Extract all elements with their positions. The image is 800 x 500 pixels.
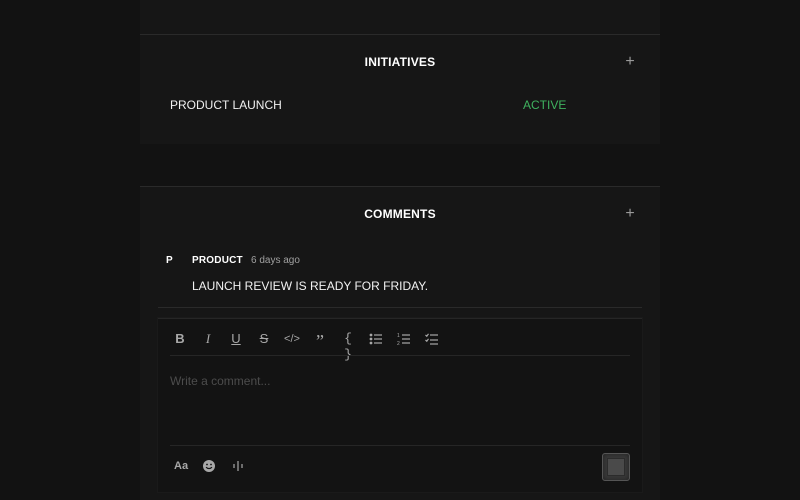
task-list-icon[interactable] — [422, 331, 442, 347]
svg-text:1: 1 — [397, 333, 400, 339]
avatar: P — [166, 255, 173, 266]
add-comment-button[interactable]: + — [622, 206, 638, 222]
comments-card: COMMENTS + P PRODUCT 6 days ago LAUNCH R… — [140, 186, 660, 500]
quote-icon[interactable]: ” — [310, 331, 330, 351]
initiative-status: ACTIVE — [523, 98, 567, 112]
previous-section — [140, 0, 660, 34]
svg-text:2: 2 — [397, 341, 400, 346]
underline-icon[interactable]: U — [226, 331, 246, 347]
comment-timestamp: 6 days ago — [251, 255, 300, 266]
send-button[interactable] — [602, 453, 630, 481]
initiatives-title: INITIATIVES — [364, 55, 436, 69]
code-block-icon[interactable]: { } — [338, 331, 358, 362]
comment-body: LAUNCH REVIEW IS READY FOR FRIDAY. — [192, 279, 429, 293]
italic-icon[interactable]: I — [198, 331, 218, 347]
bold-icon[interactable]: B — [170, 331, 190, 347]
initiative-name: PRODUCT LAUNCH — [170, 98, 282, 112]
comment-input[interactable] — [170, 374, 630, 434]
add-initiative-button[interactable]: + — [622, 54, 638, 70]
strikethrough-icon[interactable]: S — [254, 331, 274, 347]
text-format-button[interactable]: Aa — [174, 458, 188, 474]
bullet-list-icon[interactable] — [366, 331, 386, 347]
comment-item: P PRODUCT 6 days ago LAUNCH REVIEW IS RE… — [166, 253, 636, 303]
waveform-icon[interactable] — [232, 458, 244, 474]
initiative-row[interactable]: PRODUCT LAUNCH ACTIVE — [170, 98, 610, 114]
initiatives-card: INITIATIVES + PRODUCT LAUNCH ACTIVE — [140, 34, 660, 144]
comment-editor: B I U S </> ” { } 1 2 — [158, 318, 642, 492]
formatting-toolbar: B I U S </> ” { } 1 2 — [170, 331, 630, 362]
toolbar-divider — [170, 355, 630, 356]
comments-title: COMMENTS — [364, 207, 436, 221]
send-icon — [607, 458, 625, 476]
footer-divider — [170, 445, 630, 446]
comment-author: PRODUCT — [192, 255, 243, 266]
emoji-icon[interactable] — [202, 458, 216, 474]
code-icon[interactable]: </> — [282, 331, 302, 347]
numbered-list-icon[interactable]: 1 2 — [394, 331, 414, 347]
divider — [158, 307, 642, 308]
main-column: INITIATIVES + PRODUCT LAUNCH ACTIVE COMM… — [140, 0, 660, 500]
